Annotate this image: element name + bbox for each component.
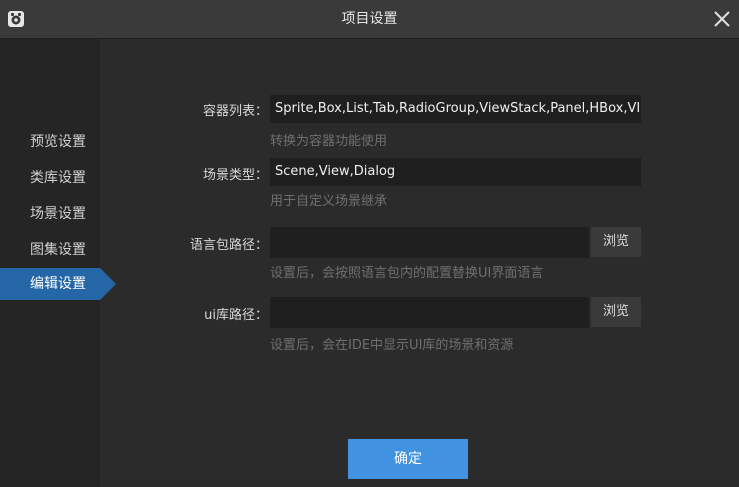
ui-lib-path-label: ui库路径： [204,308,268,323]
sidebar-item-label: 类库设置 [30,170,86,186]
settings-sidebar: 预览设置 类库设置 场景设置 图集设置 编辑设置 [0,39,116,487]
language-path-input[interactable] [270,227,589,258]
title-bar: 项目设置 [0,0,739,39]
sidebar-item-atlas[interactable]: 图集设置 [0,234,100,266]
close-icon[interactable] [711,8,733,30]
sidebar-item-label: 预览设置 [30,134,86,150]
sidebar-item-label: 图集设置 [30,242,86,258]
sidebar-item-preview[interactable]: 预览设置 [0,126,100,158]
container-list-hint: 转换为容器功能使用 [270,134,388,149]
language-path-label: 语言包路径： [189,238,268,253]
active-indicator-arrow [100,268,116,300]
language-path-browse-button[interactable]: 浏览 [591,227,641,257]
sidebar-item-editor[interactable]: 编辑设置 [0,268,116,300]
sidebar-item-class-library[interactable]: 类库设置 [0,162,100,194]
window-title: 项目设置 [341,11,398,27]
ui-lib-path-hint: 设置后，会在IDE中显示UI库的场景和资源 [270,338,514,353]
scene-type-input[interactable]: Scene,View,Dialog [270,158,641,186]
container-list-input[interactable]: Sprite,Box,List,Tab,RadioGroup,ViewStack… [270,95,641,123]
scene-type-label: 场景类型： [202,168,268,183]
scene-type-hint: 用于自定义场景继承 [270,194,388,209]
ui-lib-path-input[interactable] [270,297,589,328]
ui-lib-path-browse-button[interactable]: 浏览 [591,297,641,327]
project-settings-dialog: 项目设置 预览设置 类库设置 场景设置 图集设置 编辑设置 容器列表： Spri… [0,0,739,487]
confirm-button[interactable]: 确定 [348,439,468,479]
container-list-label: 容器列表： [202,104,268,119]
sidebar-item-label: 编辑设置 [30,276,86,292]
sidebar-item-label: 场景设置 [30,206,86,222]
sidebar-item-scene[interactable]: 场景设置 [0,198,100,230]
language-path-hint: 设置后，会按照语言包内的配置替换UI界面语言 [270,266,544,281]
